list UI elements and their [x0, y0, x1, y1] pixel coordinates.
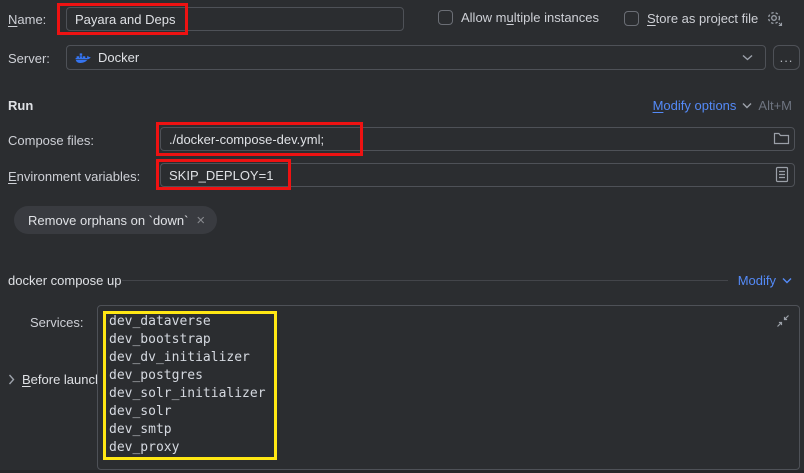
modify-row: Modify [738, 273, 792, 288]
server-value: Docker [98, 50, 139, 65]
run-section-title: Run [8, 98, 33, 113]
environment-variables-input[interactable] [160, 163, 795, 187]
services-label: Services: [30, 315, 83, 330]
modify-options-link[interactable]: Modify options [653, 98, 737, 113]
modify-link[interactable]: Modify [738, 273, 776, 288]
run-configuration-dialog: Name: Allow multiple instances Store as … [0, 0, 804, 473]
remove-orphans-chip[interactable]: Remove orphans on `down` × [14, 206, 217, 234]
store-as-project-file-label: Store as project file [647, 11, 758, 26]
chevron-down-icon[interactable] [742, 102, 752, 109]
compose-files-label: Compose files: [8, 133, 94, 148]
compose-files-input[interactable] [160, 127, 795, 151]
collapse-icon[interactable] [775, 313, 791, 329]
compose-up-section-title: docker compose up [8, 273, 121, 288]
services-list: dev_dataverse dev_bootstrap dev_dv_initi… [109, 313, 799, 457]
modify-options-shortcut: Alt+M [758, 98, 792, 113]
modify-options-row: Modify options Alt+M [653, 98, 792, 113]
allow-multiple-instances-checkbox-row: Allow multiple instances [438, 10, 599, 25]
allow-multiple-instances-checkbox[interactable] [438, 10, 453, 25]
store-as-project-file-checkbox-row: Store as project file [624, 10, 783, 27]
chip-close-icon[interactable]: × [196, 213, 205, 228]
name-input[interactable] [66, 7, 404, 31]
chevron-down-icon[interactable] [782, 277, 792, 284]
docker-icon [75, 50, 91, 66]
chevron-right-icon[interactable] [8, 374, 15, 385]
environment-variables-label: Environment variables: [8, 169, 140, 184]
remove-orphans-chip-label: Remove orphans on `down` [28, 213, 188, 228]
server-select[interactable]: Docker [66, 45, 766, 70]
section-divider [122, 280, 728, 281]
browse-servers-button[interactable]: ... [773, 45, 800, 70]
chevron-down-icon [742, 54, 753, 61]
store-as-project-file-checkbox[interactable] [624, 11, 639, 26]
services-textarea[interactable]: dev_dataverse dev_bootstrap dev_dv_initi… [97, 305, 800, 470]
allow-multiple-instances-label: Allow multiple instances [461, 10, 599, 25]
before-launch-row[interactable]: Before launch [8, 372, 102, 387]
env-list-icon[interactable] [775, 166, 789, 183]
before-launch-label: Before launch [22, 372, 102, 387]
name-label: Name: [8, 12, 46, 27]
gear-icon[interactable] [766, 10, 783, 27]
server-label: Server: [8, 51, 50, 66]
folder-icon[interactable] [773, 131, 790, 146]
